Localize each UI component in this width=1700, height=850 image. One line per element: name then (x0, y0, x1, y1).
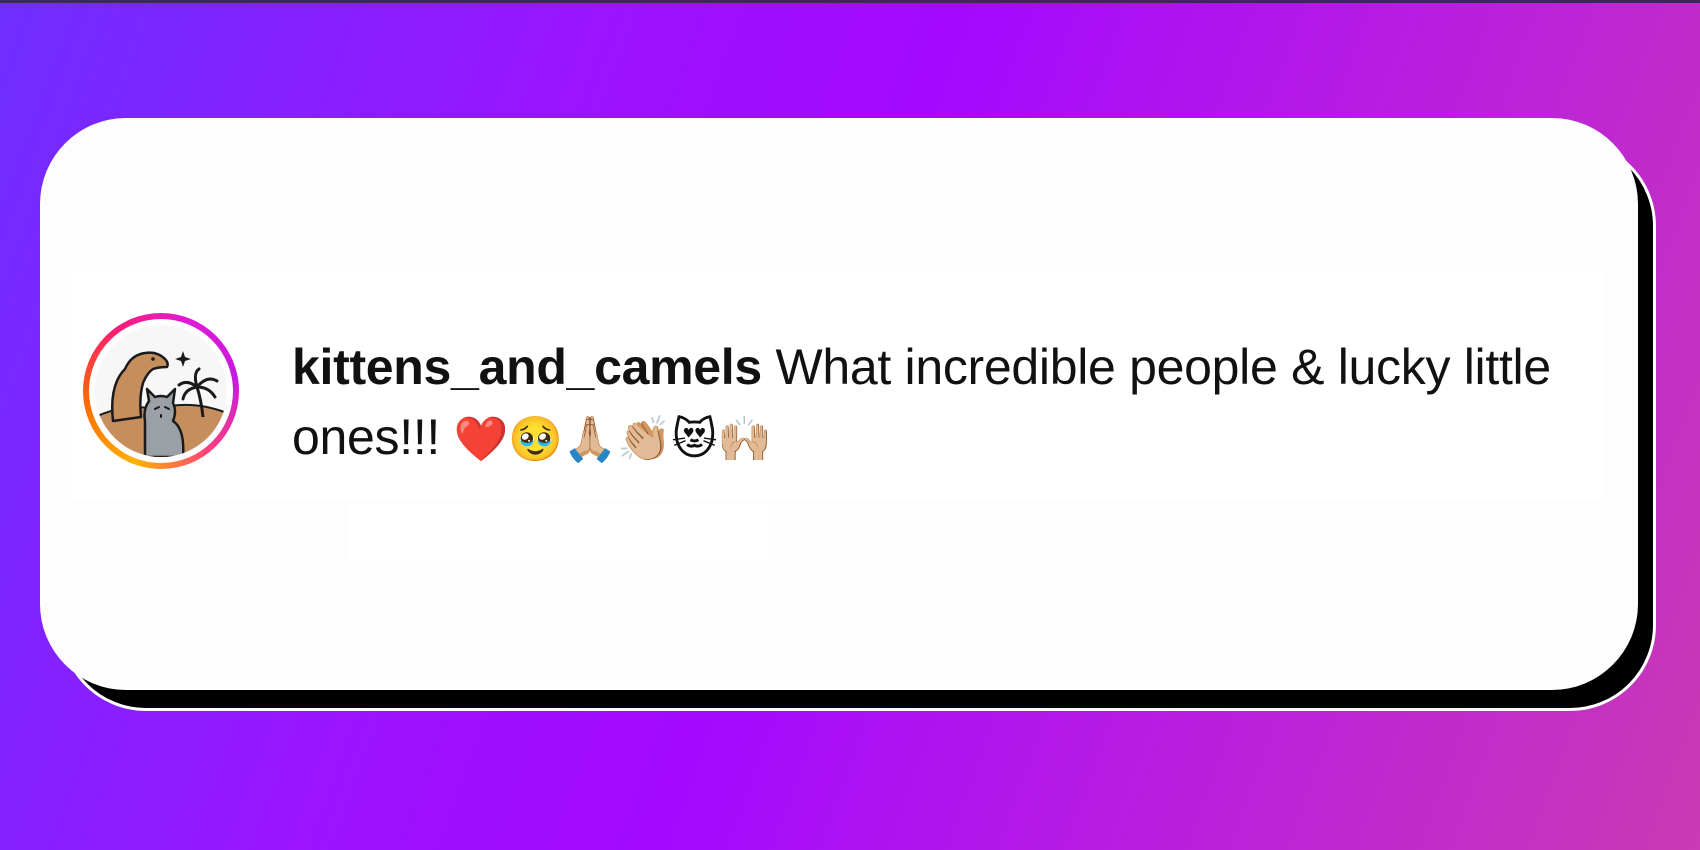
avatar[interactable] (83, 313, 239, 469)
top-edge-line (0, 0, 1700, 3)
blank-area (350, 505, 768, 561)
comment-emojis: ❤️🥹🙏🏼👏🏼😻🙌🏼 (453, 414, 772, 465)
avatar-ring-gap (89, 319, 233, 463)
comment-username[interactable]: kittens_and_camels (292, 339, 762, 395)
camel-and-cat-avatar-icon (95, 325, 227, 457)
comment-text: kittens_and_camels What incredible peopl… (292, 332, 1622, 475)
